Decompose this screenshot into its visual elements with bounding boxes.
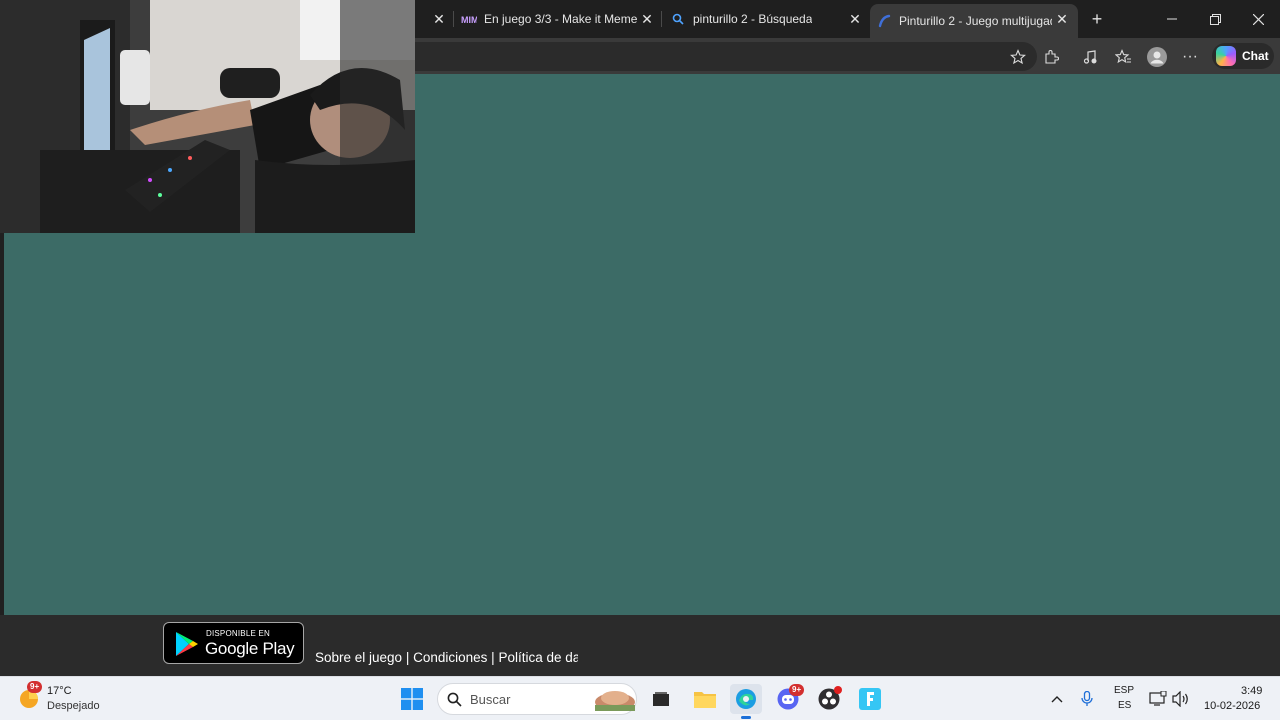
webcam-overlay — [0, 0, 415, 233]
speaker-icon — [1172, 691, 1188, 707]
media-control-icon[interactable] — [1079, 46, 1101, 68]
favorite-star-icon[interactable] — [1007, 46, 1029, 68]
footer-link-privacy[interactable]: Política de datos — [498, 650, 578, 665]
edge-icon — [736, 689, 756, 709]
tab-close-button[interactable]: ✕ — [636, 8, 658, 30]
tab-make-it-meme[interactable]: MIM En juego 3/3 - Make it Meme — [461, 4, 656, 34]
clock-time[interactable]: 3:49 — [1241, 685, 1262, 697]
weather-widget-icon[interactable]: 9+ — [16, 681, 43, 710]
search-highlight-icon — [595, 691, 635, 711]
google-play-icon — [176, 632, 198, 656]
close-window-button[interactable] — [1244, 6, 1272, 32]
file-explorer-button[interactable] — [689, 684, 721, 714]
search-icon — [670, 11, 686, 27]
active-app-indicator — [741, 716, 751, 719]
page-footer: DISPONIBLE EN Google Play Sobre el juego… — [0, 615, 1280, 676]
windows-logo-icon — [401, 688, 423, 710]
tab-close-button[interactable]: ✕ — [844, 8, 866, 30]
language-line2[interactable]: ES — [1118, 700, 1131, 711]
weather-badge: 9+ — [27, 681, 43, 693]
discord-badge: 9+ — [789, 684, 805, 696]
task-view-icon — [653, 692, 669, 706]
close-icon — [1252, 13, 1264, 25]
more-options-icon[interactable]: ··· — [1179, 46, 1201, 68]
fortnite-icon — [859, 688, 881, 710]
windows-taskbar: 9+ 17°C Despejado Buscar 9+ ESP ES 3:49 … — [0, 676, 1280, 720]
footer-links: Sobre el juego | Condiciones | Política … — [315, 650, 578, 668]
google-play-badge[interactable]: DISPONIBLE EN Google Play — [163, 622, 304, 664]
mim-logo-icon: MIM — [461, 11, 477, 27]
google-play-small-text: DISPONIBLE EN — [206, 629, 270, 638]
footer-link-terms[interactable]: Condiciones — [413, 650, 487, 665]
tab-close-button[interactable]: ✕ — [1051, 8, 1073, 30]
tab-busqueda[interactable]: pinturillo 2 - Búsqueda — [670, 4, 845, 34]
taskbar-search[interactable]: Buscar — [437, 683, 637, 715]
clock-date[interactable]: 10-02-2026 — [1204, 700, 1260, 712]
copilot-icon — [1216, 46, 1236, 66]
chat-button[interactable]: Chat — [1212, 43, 1274, 69]
recording-dot — [834, 686, 842, 694]
favorites-icon[interactable] — [1112, 46, 1134, 68]
edge-button[interactable] — [730, 684, 762, 714]
tab-separator — [453, 11, 454, 27]
show-hidden-icons-button[interactable] — [1041, 684, 1073, 714]
svg-text:MIM: MIM — [461, 15, 477, 24]
tab-close-button[interactable]: ✕ — [428, 8, 450, 30]
microphone-button[interactable] — [1071, 684, 1103, 714]
microphone-icon — [1081, 691, 1093, 706]
volume-button[interactable] — [1165, 684, 1197, 714]
tab-title: En juego 3/3 - Make it Meme — [484, 12, 638, 26]
tab-separator — [661, 11, 662, 27]
discord-button[interactable]: 9+ — [772, 684, 805, 714]
folder-icon — [694, 692, 716, 708]
screen: ✕ MIM En juego 3/3 - Make it Meme ✕ pint… — [0, 0, 1280, 720]
tab-title: Pinturillo 2 - Juego multijugador — [899, 14, 1052, 28]
minimize-icon — [1167, 18, 1177, 20]
chat-label: Chat — [1242, 49, 1269, 63]
search-placeholder: Buscar — [470, 692, 511, 707]
google-play-big-text: Google Play — [205, 639, 295, 658]
tab-pinturillo[interactable]: Pinturillo 2 - Juego multijugador — [870, 4, 1078, 38]
search-icon — [447, 692, 462, 707]
webcam-image — [0, 0, 415, 233]
extensions-icon[interactable] — [1040, 46, 1062, 68]
restore-button[interactable] — [1201, 6, 1229, 32]
new-tab-button[interactable]: + — [1083, 6, 1111, 32]
obs-button[interactable] — [813, 684, 845, 714]
minimize-button[interactable] — [1158, 6, 1186, 32]
language-line1[interactable]: ESP — [1114, 685, 1134, 696]
footer-link-about[interactable]: Sobre el juego — [315, 650, 402, 665]
restore-icon — [1209, 13, 1221, 25]
chevron-up-icon — [1051, 696, 1063, 703]
start-button[interactable] — [396, 684, 428, 714]
profile-avatar-icon[interactable] — [1146, 46, 1168, 68]
weather-condition: Despejado — [47, 700, 100, 712]
fortnite-app-button[interactable] — [854, 684, 886, 714]
tab-title: pinturillo 2 - Búsqueda — [693, 12, 813, 26]
pinturillo-icon — [876, 13, 892, 29]
weather-temp: 17°C — [47, 685, 72, 697]
task-view-button[interactable] — [645, 684, 677, 714]
